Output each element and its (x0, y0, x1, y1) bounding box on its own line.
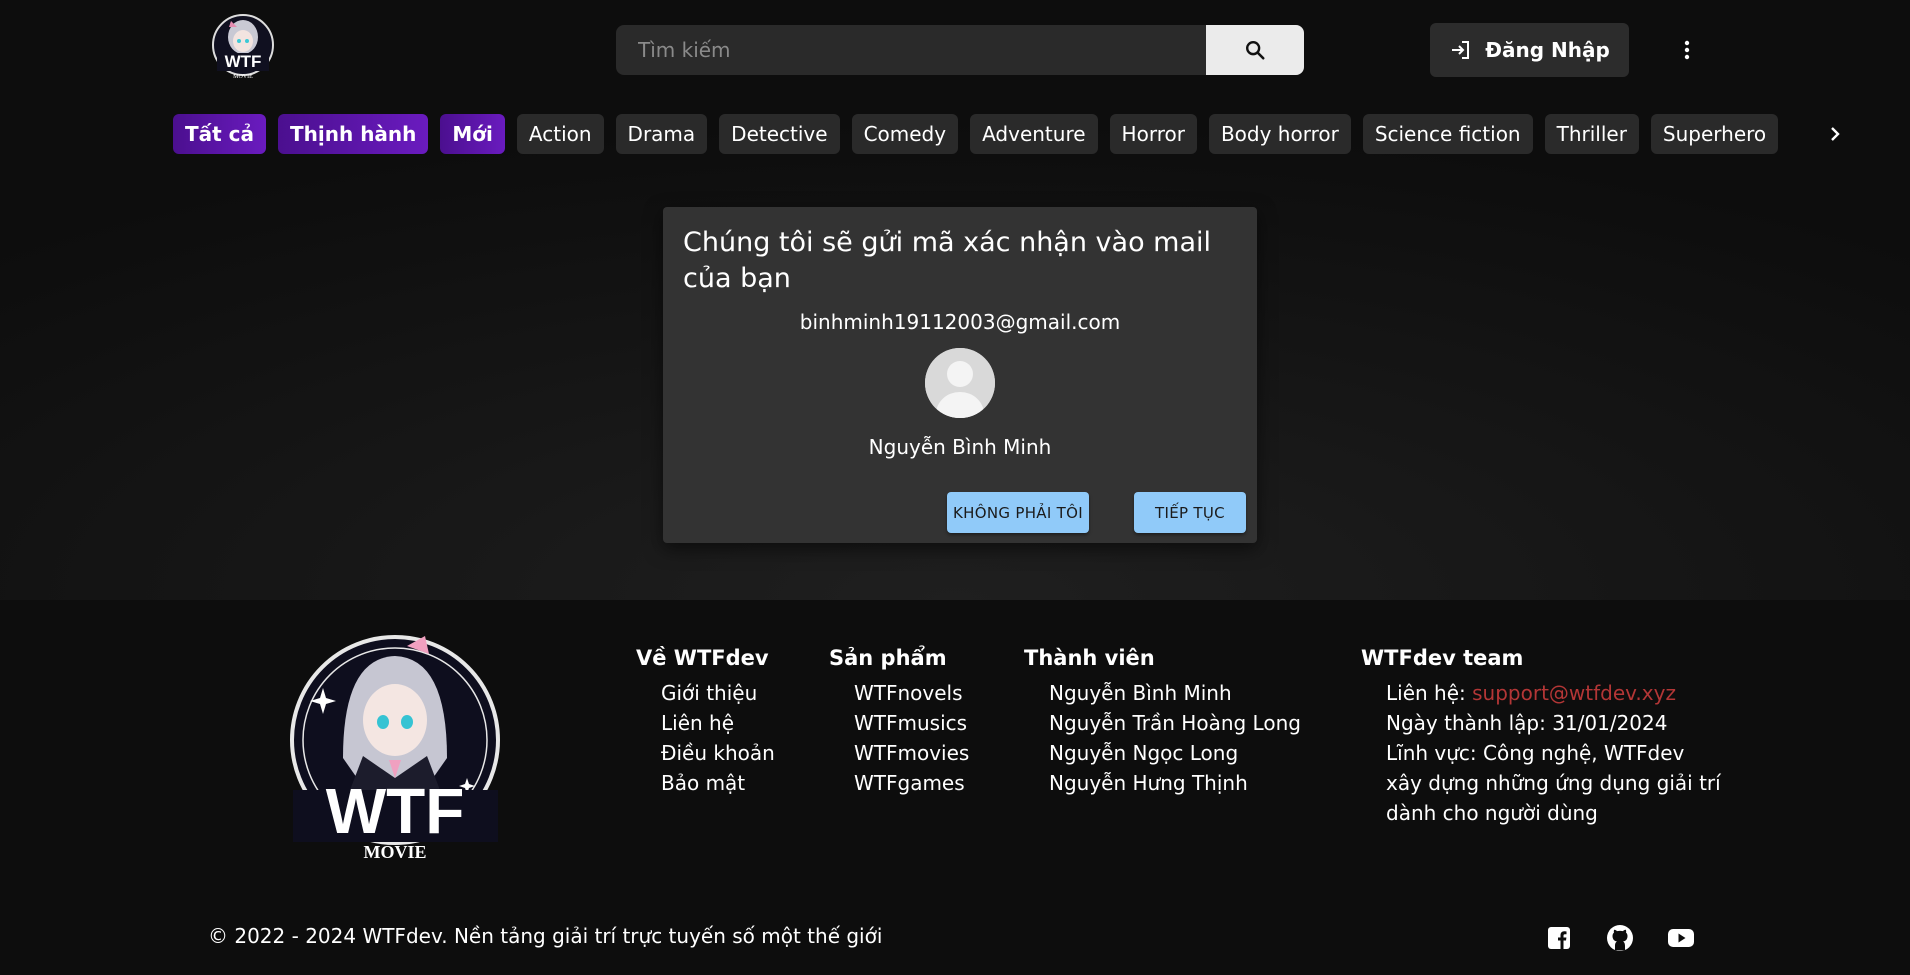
footer-column-title: WTFdev team (1361, 646, 1524, 670)
footer-column-team: WTFdev team Liên hệ: support@wtfdev.xyz … (1361, 643, 1726, 828)
footer-field: Lĩnh vực: Công nghệ, WTFdev xây dựng nhữ… (1386, 741, 1721, 825)
genre-chip[interactable]: Mới (440, 114, 505, 154)
contact-email-link[interactable]: support@wtfdev.xyz (1472, 681, 1676, 705)
not-me-button[interactable]: KHÔNG PHẢI TÔI (947, 492, 1089, 533)
genre-chip[interactable]: Body horror (1208, 114, 1351, 154)
genre-chip[interactable]: Detective (719, 114, 840, 154)
footer-column-members: Thành viên Nguyễn Bình Minh Nguyễn Trần … (1024, 643, 1301, 798)
footer-column-title: Về WTFdev (636, 646, 769, 670)
search-button[interactable] (1206, 25, 1304, 75)
footer-link[interactable]: Nguyễn Bình Minh (1049, 678, 1301, 708)
footer-link[interactable]: Nguyễn Ngọc Long (1049, 738, 1301, 768)
genre-chip[interactable]: Adventure (970, 114, 1098, 154)
footer-contact: Liên hệ: support@wtfdev.xyz (1386, 678, 1726, 708)
search-input[interactable] (616, 25, 1206, 75)
dialog-title: Chúng tôi sẽ gửi mã xác nhận vào mail củ… (683, 227, 1212, 294)
footer-logo: WTF MOVIE (283, 628, 508, 868)
footer-link[interactable]: WTFmovies (854, 738, 969, 768)
footer-logo-text: WTF (326, 775, 465, 847)
footer-link[interactable]: Liên hệ (661, 708, 775, 738)
more-menu-icon[interactable] (1680, 34, 1694, 66)
genre-chip[interactable]: Action (516, 114, 604, 154)
footer-link[interactable]: Nguyễn Trần Hoàng Long (1049, 708, 1301, 738)
genre-chip[interactable]: Comedy (851, 114, 959, 154)
footer-link[interactable]: WTFmusics (854, 708, 969, 738)
contact-label: Liên hệ: (1386, 681, 1473, 705)
genre-chip[interactable]: Thriller (1544, 114, 1639, 154)
footer-column-title: Thành viên (1024, 646, 1155, 670)
genre-chip[interactable]: Thịnh hành (278, 114, 429, 154)
footer-column-title: Sản phẩm (829, 646, 947, 670)
genre-chip[interactable]: Horror (1109, 114, 1197, 154)
chevron-right-icon[interactable] (1820, 114, 1850, 154)
footer-founded: Ngày thành lập: 31/01/2024 (1386, 711, 1668, 735)
youtube-icon[interactable] (1667, 924, 1695, 952)
genre-chip[interactable]: Drama (615, 114, 708, 154)
site-logo[interactable]: WTF MOVIE (211, 13, 275, 85)
genre-chip[interactable]: Tất cả (173, 114, 267, 154)
footer-column-products: Sản phẩm WTFnovels WTFmusics WTFmovies W… (829, 643, 969, 798)
dialog-email: binhminh19112003@gmail.com (799, 310, 1121, 334)
footer-link[interactable]: WTFgames (854, 768, 969, 798)
login-button[interactable]: Đăng Nhập (1430, 23, 1629, 77)
footer-column-about: Về WTFdev Giới thiệu Liên hệ Điều khoản … (636, 643, 775, 798)
continue-button[interactable]: TIẾP TỤC (1134, 492, 1246, 533)
dialog-user-name: Nguyễn Bình Minh (868, 435, 1052, 459)
avatar (925, 348, 995, 418)
footer-link[interactable]: Giới thiệu (661, 678, 775, 708)
footer-link[interactable]: Bảo mật (661, 768, 775, 798)
genre-chip[interactable]: Science fiction (1362, 114, 1533, 154)
logo-text: WTF (225, 52, 262, 71)
genre-filter-bar: Tất cả Thịnh hành Mới Action Drama Detec… (173, 114, 1788, 154)
copyright-text: © 2022 - 2024 WTFdev. Nền tảng giải trí … (208, 924, 883, 948)
search-bar (616, 25, 1304, 75)
facebook-icon[interactable] (1545, 924, 1573, 952)
search-icon (1246, 41, 1265, 60)
footer-link[interactable]: WTFnovels (854, 678, 969, 708)
verification-dialog: Chúng tôi sẽ gửi mã xác nhận vào mail củ… (663, 207, 1257, 543)
footer-logo-subtext: MOVIE (364, 842, 427, 862)
github-icon[interactable] (1606, 924, 1634, 952)
footer-link[interactable]: Nguyễn Hưng Thịnh (1049, 768, 1301, 798)
login-icon (1452, 41, 1470, 59)
login-label: Đăng Nhập (1485, 38, 1610, 62)
genre-chip[interactable]: Superhero (1650, 114, 1779, 154)
logo-subtext: MOVIE (233, 74, 253, 80)
footer-link[interactable]: Điều khoản (661, 738, 775, 768)
